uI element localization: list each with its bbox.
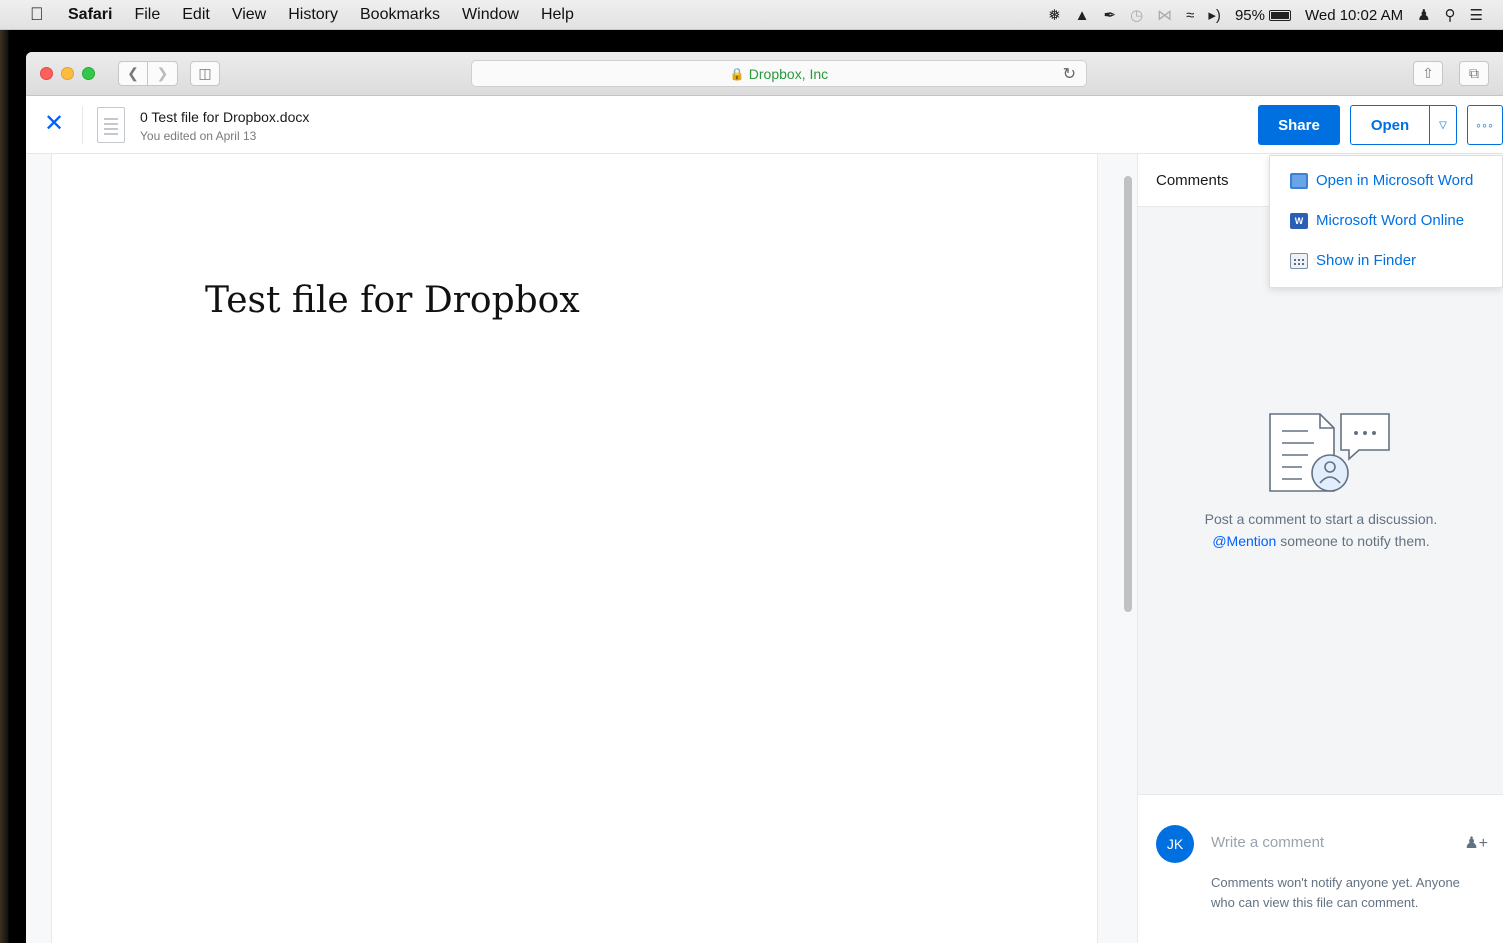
open-dropdown-menu: Open in Microsoft Word W Microsoft Word … [1269,155,1503,288]
minimize-window-button[interactable] [61,67,74,80]
dropbox-status-icon[interactable]: ❅ [1048,6,1061,24]
close-window-button[interactable] [40,67,53,80]
file-preview-header: ✕ 0 Test file for Dropbox.docx You edite… [26,96,1503,154]
word-icon: W [1290,212,1308,229]
menu-bar:  Safari File Edit View History Bookmark… [0,0,1503,30]
menu-item-show-in-finder[interactable]: Show in Finder [1290,252,1416,269]
chevron-right-icon: ❯ [156,65,169,81]
menu-item-label: Show in Finder [1316,252,1417,269]
fullscreen-window-button[interactable] [82,67,95,80]
menu-file[interactable]: File [134,6,160,24]
caret-down-icon: ▽ [1439,119,1447,131]
menu-edit[interactable]: Edit [182,6,210,24]
window-controls [40,67,95,80]
browser-toolbar: ❮ ❯ ◫ 🔒 Dropbox, Inc ↻ ⇧ ⧉ [26,52,1503,96]
open-button[interactable]: Open [1350,105,1430,145]
battery-status[interactable]: 95% [1235,7,1291,24]
sidebar-toggle-button[interactable]: ◫ [190,61,220,86]
menu-view[interactable]: View [232,6,266,24]
bluetooth-icon[interactable]: ⋈ [1157,6,1172,24]
comment-notice: Comments won't notify anyone yet. Anyone… [1211,875,1460,910]
file-edited-info: You edited on April 13 [140,129,257,143]
menu-app-safari[interactable]: Safari [68,6,112,24]
chevron-left-icon: ❮ [127,65,139,81]
battery-icon [1268,9,1291,21]
header-divider [82,106,83,144]
mention-hint-rest: someone to notify them. [1276,533,1430,549]
volume-icon[interactable]: ▸) [1208,6,1221,24]
finder-icon [1290,252,1308,269]
file-name: 0 Test file for Dropbox.docx [140,109,310,125]
share-icon: ⇧ [1422,65,1434,81]
history-nav: ❮ ❯ [118,61,178,86]
comments-title: Comments [1156,172,1229,189]
menu-item-open-in-word[interactable]: Open in Microsoft Word [1290,172,1473,189]
comments-mention-hint: @Mention someone to notify them. [1138,533,1503,549]
address-text: Dropbox, Inc [748,65,829,82]
tabs-icon: ⧉ [1469,65,1479,81]
comments-empty-illustration-icon [1269,413,1390,492]
comment-input[interactable]: Write a comment [1211,834,1324,851]
menu-window[interactable]: Window [462,6,519,24]
open-options-button[interactable]: ▽ [1429,105,1457,145]
show-tabs-button[interactable]: ⧉ [1459,61,1489,86]
avatar: JK [1156,825,1194,863]
add-person-icon[interactable]: ♟+ [1464,833,1488,853]
document-heading: Test file for Dropbox [205,280,580,321]
reload-icon[interactable]: ↻ [1063,64,1076,84]
mention-link[interactable]: @Mention [1212,533,1276,549]
document-page: Test file for Dropbox [51,154,1098,943]
battery-percent: 95% [1234,6,1265,24]
wifi-icon[interactable]: ≈ [1186,7,1194,24]
address-bar[interactable]: 🔒 Dropbox, Inc ↻ [471,60,1087,87]
apple-menu-icon[interactable]:  [30,4,52,25]
more-actions-button[interactable]: ◦◦◦ [1467,105,1503,145]
document-file-icon [97,107,125,143]
adobe-icon[interactable]: ▲ [1075,7,1090,24]
forward-button[interactable]: ❯ [148,61,178,86]
menu-item-word-online[interactable]: W Microsoft Word Online [1290,212,1464,229]
user-icon[interactable]: ♟ [1417,6,1430,24]
sidebar-icon: ◫ [198,65,212,81]
document-scrollbar[interactable] [1124,176,1132,612]
menu-item-label: Microsoft Word Online [1316,212,1465,229]
close-preview-icon[interactable]: ✕ [44,112,64,136]
share-button[interactable]: Share [1258,105,1340,145]
wrench-icon[interactable]: ✒ [1104,6,1117,24]
status-menus: ❅ ▲ ✒ ◷ ⋈ ≈ ▸) 95% Wed 10:02 AM ♟ ⚲ ☰ [1048,0,1503,30]
share-sheet-button[interactable]: ⇧ [1413,61,1443,86]
lock-icon: 🔒 [729,66,745,81]
notification-center-icon[interactable]: ☰ [1470,6,1483,24]
comment-compose: JK Write a comment ♟+ Comments won't not… [1138,794,1503,943]
back-button[interactable]: ❮ [118,61,148,86]
monitor-icon [1290,172,1308,189]
time-machine-icon[interactable]: ◷ [1130,6,1143,24]
spotlight-search-icon[interactable]: ⚲ [1445,6,1456,24]
menu-help[interactable]: Help [541,6,574,24]
comments-empty-text: Post a comment to start a discussion. [1204,511,1438,527]
menu-bookmarks[interactable]: Bookmarks [360,6,440,24]
safari-window: ❮ ❯ ◫ 🔒 Dropbox, Inc ↻ ⇧ ⧉ ✕ 0 Test file… [26,52,1503,943]
clock[interactable]: Wed 10:02 AM [1305,7,1403,24]
menu-item-label: Open in Microsoft Word [1316,172,1474,189]
menu-history[interactable]: History [288,6,338,24]
